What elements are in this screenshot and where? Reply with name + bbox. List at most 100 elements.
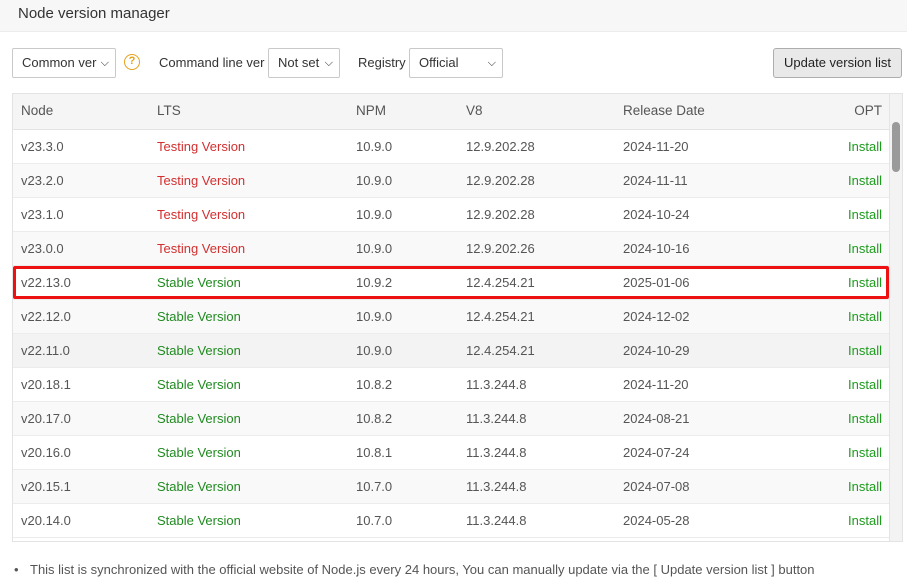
npm-version: 10.9.0 bbox=[356, 173, 393, 188]
npm-version: 10.9.0 bbox=[356, 207, 393, 222]
lts-status: Testing Version bbox=[157, 207, 246, 222]
release-date: 2024-10-16 bbox=[623, 241, 690, 256]
install-link[interactable]: Install bbox=[848, 173, 882, 188]
table-row: v20.17.0 Stable Version 10.8.2 11.3.244.… bbox=[13, 402, 890, 436]
lts-status: Stable Version bbox=[157, 445, 241, 460]
v8-version: 12.9.202.28 bbox=[466, 139, 535, 154]
node-version: v20.17.0 bbox=[21, 411, 71, 426]
table-header: Node LTS NPM V8 Release Date OPT bbox=[13, 94, 890, 130]
release-date: 2024-11-11 bbox=[623, 173, 688, 188]
v8-version: 12.9.202.28 bbox=[466, 207, 535, 222]
npm-version: 10.9.0 bbox=[356, 139, 393, 154]
table-row: v22.12.0 Stable Version 10.9.0 12.4.254.… bbox=[13, 300, 890, 334]
v8-version: 11.3.244.8 bbox=[466, 377, 527, 392]
lts-status: Stable Version bbox=[157, 309, 241, 324]
chevron-down-icon: ⌵ bbox=[100, 57, 109, 69]
window-title: Node version manager bbox=[18, 5, 170, 22]
table-row: v23.2.0 Testing Version 10.9.0 12.9.202.… bbox=[13, 164, 890, 198]
scrollbar-thumb[interactable] bbox=[892, 122, 900, 172]
sync-note: • This list is synchronized with the offi… bbox=[14, 562, 815, 577]
version-filter-select[interactable]: Common ver ⌵ bbox=[12, 48, 116, 78]
node-version: v22.11.0 bbox=[21, 343, 70, 358]
release-date: 2024-11-20 bbox=[623, 139, 689, 154]
release-date: 2024-08-21 bbox=[623, 411, 690, 426]
install-link[interactable]: Install bbox=[848, 139, 882, 154]
v8-version: 12.4.254.21 bbox=[466, 343, 535, 358]
command-line-label: Command line ver bbox=[159, 55, 265, 70]
release-date: 2024-07-08 bbox=[623, 479, 690, 494]
update-version-list-button[interactable]: Update version list bbox=[773, 48, 902, 78]
npm-version: 10.9.0 bbox=[356, 241, 393, 256]
install-link[interactable]: Install bbox=[848, 275, 882, 290]
release-date: 2024-05-28 bbox=[623, 513, 690, 528]
release-date: 2024-10-24 bbox=[623, 207, 690, 222]
header-lts: LTS bbox=[157, 103, 181, 118]
table-row: v23.3.0 Testing Version 10.9.0 12.9.202.… bbox=[13, 130, 890, 164]
header-release-date: Release Date bbox=[623, 103, 705, 118]
lts-status: Testing Version bbox=[157, 139, 246, 154]
table-row: v20.15.1 Stable Version 10.7.0 11.3.244.… bbox=[13, 470, 890, 504]
table-row: v22.13.0 Stable Version 10.9.2 12.4.254.… bbox=[13, 266, 890, 300]
npm-version: 10.9.0 bbox=[356, 343, 393, 358]
install-link[interactable]: Install bbox=[848, 241, 882, 256]
v8-version: 12.9.202.28 bbox=[466, 173, 535, 188]
toolbar: Common ver ⌵ ? Command line ver Not set … bbox=[0, 48, 907, 78]
header-node: Node bbox=[21, 103, 54, 118]
header-v8: V8 bbox=[466, 103, 483, 118]
install-link[interactable]: Install bbox=[848, 309, 882, 324]
npm-version: 10.8.2 bbox=[356, 377, 393, 392]
title-bar: Node version manager bbox=[0, 0, 907, 32]
node-version: v23.2.0 bbox=[21, 173, 64, 188]
v8-version: 11.3.244.8 bbox=[466, 445, 527, 460]
release-date: 2024-10-29 bbox=[623, 343, 690, 358]
release-date: 2024-11-20 bbox=[623, 377, 689, 392]
registry-label: Registry bbox=[358, 55, 406, 70]
npm-version: 10.7.0 bbox=[356, 513, 393, 528]
header-npm: NPM bbox=[356, 103, 386, 118]
header-opt: OPT bbox=[854, 103, 882, 118]
release-date: 2025-01-06 bbox=[623, 275, 690, 290]
npm-version: 10.8.2 bbox=[356, 411, 393, 426]
table-row: v20.18.1 Stable Version 10.8.2 11.3.244.… bbox=[13, 368, 890, 402]
lts-status: Stable Version bbox=[157, 275, 241, 290]
install-link[interactable]: Install bbox=[848, 207, 882, 222]
v8-version: 11.3.244.8 bbox=[466, 479, 527, 494]
install-link[interactable]: Install bbox=[848, 377, 882, 392]
lts-status: Stable Version bbox=[157, 513, 241, 528]
install-link[interactable]: Install bbox=[848, 479, 882, 494]
table-row: v20.14.0 Stable Version 10.7.0 11.3.244.… bbox=[13, 504, 890, 538]
v8-version: 12.4.254.21 bbox=[466, 275, 535, 290]
chevron-down-icon: ⌵ bbox=[487, 57, 496, 69]
install-link[interactable]: Install bbox=[848, 411, 882, 426]
table-row: v22.11.0 Stable Version 10.9.0 12.4.254.… bbox=[13, 334, 890, 368]
table-row: v23.0.0 Testing Version 10.9.0 12.9.202.… bbox=[13, 232, 890, 266]
npm-version: 10.8.1 bbox=[356, 445, 393, 460]
table-row: v23.1.0 Testing Version 10.9.0 12.9.202.… bbox=[13, 198, 890, 232]
node-version: v20.18.1 bbox=[21, 377, 71, 392]
install-link[interactable]: Install bbox=[848, 343, 882, 358]
npm-version: 10.9.2 bbox=[356, 275, 393, 290]
node-version: v22.12.0 bbox=[21, 309, 71, 324]
chevron-down-icon: ⌵ bbox=[324, 57, 333, 69]
npm-version: 10.9.0 bbox=[356, 309, 393, 324]
question-circle-icon[interactable]: ? bbox=[124, 54, 140, 70]
registry-select[interactable]: Official ⌵ bbox=[409, 48, 503, 78]
version-table: Node LTS NPM V8 Release Date OPT v23.3.0… bbox=[12, 93, 903, 542]
bullet-icon: • bbox=[14, 562, 19, 577]
v8-version: 11.3.244.8 bbox=[466, 411, 527, 426]
version-filter-value: Common ver bbox=[22, 55, 97, 70]
command-line-value: Not set bbox=[278, 55, 320, 70]
node-version: v20.16.0 bbox=[21, 445, 71, 460]
install-link[interactable]: Install bbox=[848, 445, 882, 460]
node-version: v20.15.1 bbox=[21, 479, 71, 494]
vertical-scrollbar[interactable] bbox=[889, 94, 902, 541]
command-line-select[interactable]: Not set ⌵ bbox=[268, 48, 340, 78]
install-link[interactable]: Install bbox=[848, 513, 882, 528]
node-version: v20.14.0 bbox=[21, 513, 71, 528]
registry-value: Official bbox=[419, 55, 459, 70]
lts-status: Testing Version bbox=[157, 241, 246, 256]
v8-version: 11.3.244.8 bbox=[466, 513, 527, 528]
v8-version: 12.4.254.21 bbox=[466, 309, 535, 324]
lts-status: Stable Version bbox=[157, 343, 241, 358]
lts-status: Stable Version bbox=[157, 377, 241, 392]
